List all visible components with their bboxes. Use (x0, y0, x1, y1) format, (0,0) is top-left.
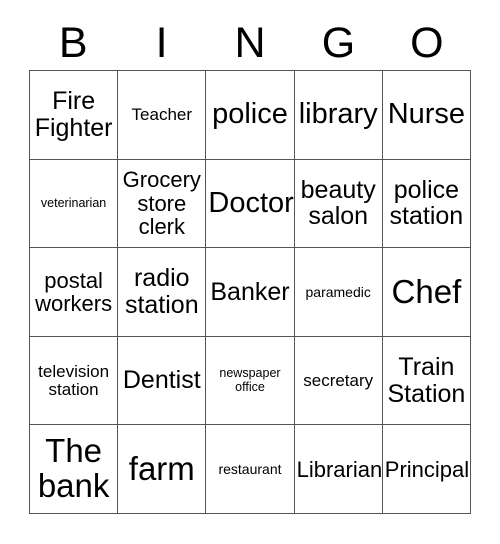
bingo-cell-label: Grocery store clerk (122, 167, 201, 240)
bingo-cell-n3[interactable]: Banker (206, 248, 295, 337)
bingo-header-letter-o: O (410, 18, 444, 67)
bingo-cell-label: Dentist (122, 366, 201, 395)
bingo-cell-n5[interactable]: restaurant (206, 425, 295, 514)
bingo-cell-g2[interactable]: beauty salon (294, 159, 383, 249)
bingo-cell-g4[interactable]: secretary (294, 336, 383, 426)
bingo-cell-b1[interactable]: Fire Fighter (30, 71, 119, 160)
bingo-header-letter-i: I (155, 18, 168, 67)
bingo-cell-label: Librarian (296, 456, 383, 482)
bingo-cell-label: police station (389, 175, 464, 231)
bingo-cell-n4[interactable]: newspaper office (206, 336, 295, 426)
bingo-cell-i2[interactable]: Grocery store clerk (118, 159, 207, 249)
bingo-cell-i5[interactable]: farm (118, 425, 207, 514)
bingo-cell-i4[interactable]: Dentist (118, 336, 207, 426)
bingo-cell-label: beauty salon (300, 175, 376, 231)
bingo-cell-n2[interactable]: Doctor (206, 159, 295, 249)
bingo-cell-i3[interactable]: radio station (118, 248, 207, 337)
bingo-cell-label: secretary (303, 370, 374, 390)
bingo-cell-b4[interactable]: television station (30, 336, 119, 426)
bingo-cell-label: Fire Fighter (34, 87, 113, 142)
bingo-cell-label: radio station (124, 264, 199, 319)
bingo-cell-label: Nurse (387, 98, 466, 131)
bingo-grid: Fire Fighter Teacher police library Nurs… (29, 70, 471, 514)
bingo-cell-o3[interactable]: Chef (382, 248, 471, 337)
bingo-header-letter-b: B (58, 18, 88, 67)
bingo-cell-label: police (212, 98, 288, 131)
bingo-cell-o5[interactable]: Principal (382, 425, 471, 514)
bingo-cell-label: library (298, 98, 378, 131)
bingo-cell-label: Train Station (387, 353, 466, 408)
bingo-cell-label: farm (128, 449, 195, 487)
bingo-cell-n1[interactable]: police (206, 71, 295, 160)
bingo-cell-g1[interactable]: library (294, 71, 383, 160)
bingo-cell-g3[interactable]: paramedic (294, 248, 383, 337)
bingo-card: B I N G O Fire Fighter Teacher police li… (0, 0, 500, 544)
bingo-cell-b2[interactable]: veterinarian (30, 159, 119, 249)
bingo-cell-o4[interactable]: Train Station (382, 336, 471, 426)
bingo-cell-label: Chef (391, 272, 462, 310)
bingo-cell-label: The bank (37, 432, 110, 505)
bingo-cell-label: veterinarian (40, 195, 107, 210)
bingo-cell-o1[interactable]: Nurse (382, 71, 471, 160)
bingo-cell-label: newspaper office (219, 366, 281, 394)
bingo-cell-label: Principal (384, 456, 470, 482)
bingo-cell-o2[interactable]: police station (382, 159, 471, 249)
bingo-cell-label: Teacher (131, 104, 193, 124)
bingo-header-row: B I N G O (29, 16, 471, 70)
bingo-cell-label: paramedic (305, 283, 371, 300)
bingo-cell-label: Banker (210, 277, 290, 306)
bingo-header-letter-g: G (321, 18, 356, 67)
bingo-cell-g5[interactable]: Librarian (294, 425, 383, 514)
bingo-cell-b3[interactable]: postal workers (30, 248, 119, 337)
bingo-cell-label: restaurant (218, 460, 282, 477)
bingo-cell-b5[interactable]: The bank (30, 425, 119, 514)
bingo-header-letter-n: N (234, 18, 266, 67)
bingo-cell-label: Doctor (208, 187, 294, 220)
bingo-cell-label: television station (38, 361, 110, 399)
bingo-cell-label: postal workers (35, 267, 113, 316)
bingo-cell-i1[interactable]: Teacher (118, 71, 207, 160)
